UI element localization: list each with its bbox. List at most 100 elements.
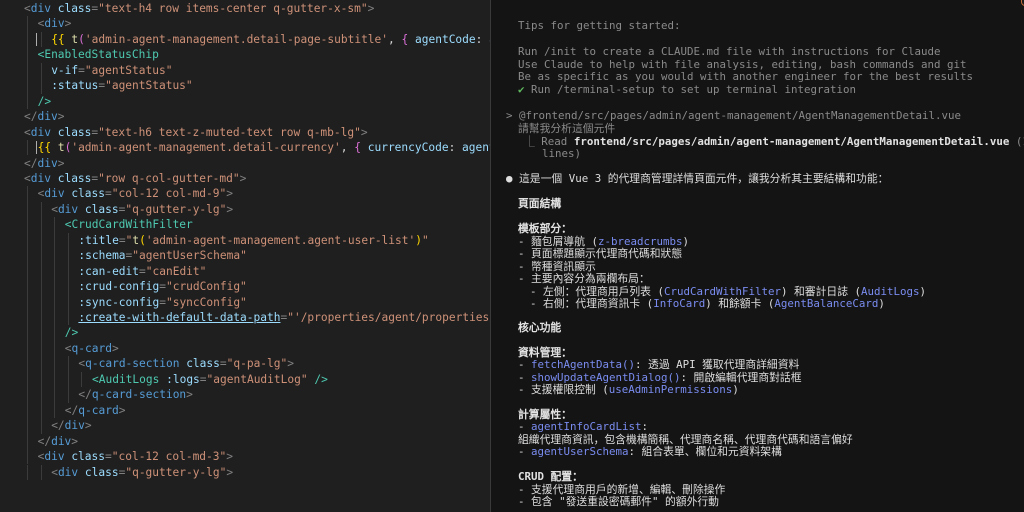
terminal-line: - 包含 "發送重設密碼郵件" 的額外行動 [518, 495, 719, 508]
code-token: > [226, 465, 234, 479]
terminal-text: 核心功能 [518, 321, 562, 334]
indent-guide [40, 31, 42, 48]
indent-guide [40, 248, 42, 264]
code-line[interactable]: :title="t('admin-agent-management.agent-… [78, 233, 428, 248]
code-token: div [64, 419, 85, 433]
code-token: </ [24, 156, 38, 170]
code-line[interactable]: </div> [38, 434, 78, 449]
indent-guide [40, 464, 42, 480]
terminal-text: : [641, 420, 649, 433]
indent-guide [54, 217, 56, 233]
code-line[interactable]: </div> [24, 109, 64, 124]
indent-guide [67, 371, 69, 388]
code-token: "text-h6 text-z-muted-text row q-mb-lg" [98, 125, 361, 139]
indent-guide [40, 402, 42, 419]
terminal-text: : 組合表單、欄位和元資料架構 [628, 445, 782, 458]
code-token: {{ [51, 32, 65, 46]
terminal-text: @frontend/src/pages/admin/agent-manageme… [519, 109, 962, 122]
code-token: > [360, 125, 368, 139]
terminal-text: frontend/src/pages/admin/agent-managemen… [573, 135, 1010, 148]
code-token: div [44, 187, 65, 201]
code-token: "crudConfig" [165, 280, 247, 294]
code-line[interactable]: <div class="row q-col-gutter-md"> [24, 171, 246, 186]
code-line[interactable]: :can-edit="canEdit" [78, 264, 206, 279]
code-line[interactable]: <CrudCardWithFilter [65, 217, 193, 232]
code-line[interactable]: <div class="text-h6 text-z-muted-text ro… [24, 125, 368, 140]
indent-guide [67, 279, 69, 295]
code-line[interactable]: <q-card-section class="q-pa-lg"> [78, 356, 294, 371]
code-token: div [57, 465, 79, 479]
code-line[interactable]: <div class="col-12 col-md-3"> [38, 449, 233, 464]
code-token: q-card-section [85, 357, 180, 371]
terminal-line: > @frontend/src/pages/admin/agent-manage… [506, 109, 961, 122]
indent-guide [67, 387, 69, 403]
terminal-text: - 頁面標題顯示代理商代碼和狀態 [518, 247, 683, 260]
code-token: div [37, 156, 58, 170]
code-line[interactable]: :sync-config="syncConfig" [78, 295, 246, 310]
terminal-text: (197 [1015, 135, 1024, 148]
code-line[interactable]: </q-card> [65, 403, 126, 418]
code-token: ) [415, 233, 422, 247]
code-line[interactable]: <div class="q-gutter-y-lg"> [51, 465, 233, 480]
indent-guide [27, 78, 28, 94]
code-line[interactable]: v-if="agentStatus" [51, 63, 172, 78]
code-line[interactable]: <q-card> [65, 341, 119, 356]
code-reference: AgentBalanceCard [774, 297, 879, 310]
code-token: " [421, 233, 429, 247]
indent-guide [27, 356, 28, 372]
code-token: "col-12 col-md-3" [111, 450, 227, 464]
terminal-line: - agentUserSchema: 組合表單、欄位和元資料架構 [518, 445, 782, 458]
terminal-line: 請幫我分析這個元件 [518, 122, 615, 135]
terminal-text: 頁面結構 [518, 197, 562, 210]
code-token: :logs [166, 372, 200, 386]
code-line[interactable]: :create-with-default-data-path="'/proper… [78, 310, 490, 325]
code-token: > [84, 419, 92, 433]
code-line[interactable]: <div> [38, 16, 72, 31]
terminal-line: Be as specific as you would with another… [518, 70, 973, 83]
terminal-line: - 支援權限控制 (useAdminPermissions) [518, 383, 739, 396]
code-token: = [219, 357, 227, 371]
code-token: class [57, 125, 92, 139]
code-token: "'/properties/agent/properties/uic [287, 311, 490, 324]
code-line[interactable]: {{ t('admin-agent-management.detail-curr… [38, 140, 490, 155]
indent-guide [27, 263, 28, 280]
indent-guide [40, 418, 42, 434]
code-token: class [57, 171, 92, 185]
code-line[interactable]: <AuditLogs :logs="agentAuditLog" /> [92, 372, 328, 387]
indent-guide [27, 201, 28, 218]
indent-guide [27, 279, 28, 295]
code-line[interactable]: :status="agentStatus" [51, 78, 192, 93]
code-token: </ [24, 110, 38, 124]
indent-guide [54, 356, 56, 372]
code-line[interactable]: :schema="agentUserSchema" [78, 248, 246, 263]
code-token: > [111, 341, 119, 355]
code-token: "agentStatus" [84, 63, 173, 77]
code-line[interactable]: </div> [24, 156, 64, 171]
code-token: class [71, 450, 105, 464]
code-line[interactable]: :crud-config="crudConfig" [78, 279, 246, 294]
code-line[interactable]: {{ t('admin-agent-management.detail-page… [51, 32, 490, 47]
code-token: div [44, 17, 65, 31]
terminal-text: 這是一個 Vue 3 的代理商管理詳情頁面元件，讓我分析其主要結構和功能： [519, 172, 889, 185]
code-line[interactable]: /> [38, 94, 51, 109]
terminal-text: CRUD 配置： [518, 470, 583, 483]
terminal-text: 請幫我分析這個元件 [518, 122, 616, 135]
indent-guide [27, 402, 28, 419]
code-line[interactable]: </div> [51, 418, 91, 433]
code-line[interactable]: <div class="text-h4 row items-center q-g… [24, 1, 374, 16]
code-reference: InfoCard [653, 297, 706, 310]
code-editor-pane[interactable]: <div class="text-h4 row items-center q-g… [0, 0, 490, 512]
indent-guide [67, 310, 69, 326]
code-line[interactable]: <EnabledStatusChip [38, 47, 159, 62]
terminal-text: ) [732, 383, 739, 396]
terminal-pane[interactable]: Tips for getting started: Run /init to cr… [491, 0, 1024, 512]
code-line[interactable]: /> [65, 325, 78, 340]
terminal-text: - [518, 358, 532, 371]
code-token: = [118, 233, 126, 247]
code-line[interactable]: <div class="col-12 col-md-9"> [38, 186, 233, 201]
code-token: : [448, 141, 463, 155]
code-line[interactable]: </q-card-section> [78, 387, 193, 402]
terminal-text: ) [919, 285, 927, 298]
code-line[interactable]: <div class="q-gutter-y-lg"> [51, 202, 233, 217]
